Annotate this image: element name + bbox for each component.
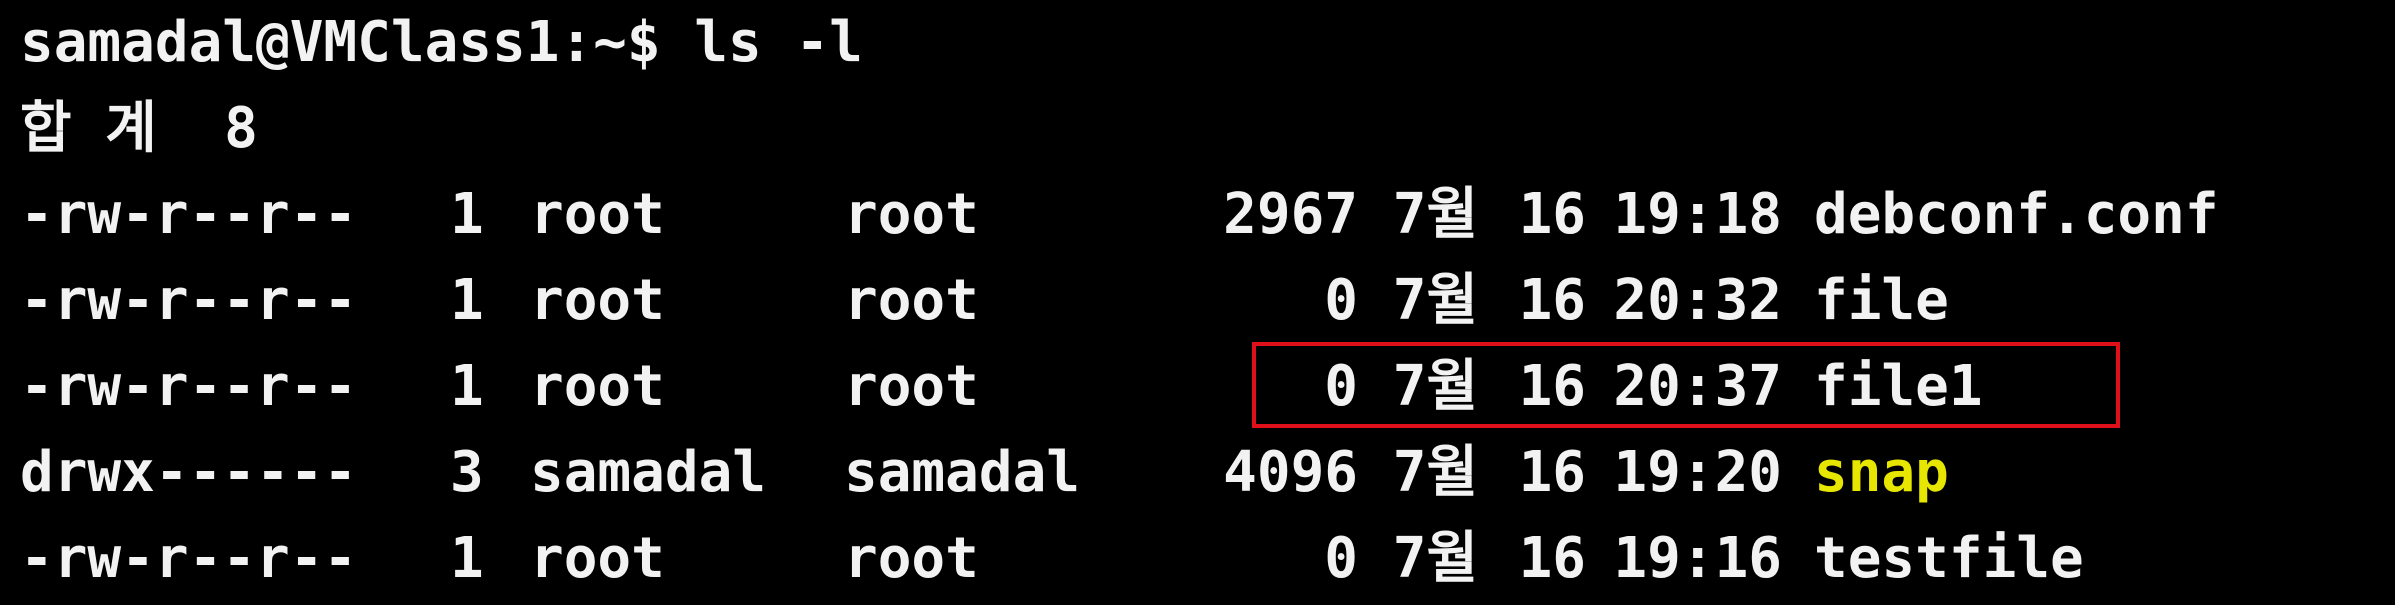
group: root: [844, 354, 979, 419]
link-count: 3: [450, 440, 484, 505]
permissions: -rw-r--r--: [20, 268, 358, 333]
prompt-line: samadal@VMClass1:~$ ls -l: [20, 10, 863, 75]
file-size: 0: [1324, 354, 1358, 419]
time: 20:32: [1613, 268, 1782, 333]
time: 20:37: [1613, 354, 1782, 419]
permissions: -rw-r--r--: [20, 526, 358, 591]
listing-row: -rw-r--r-- 1 root root 0 7월 16 19:16 tes…: [20, 516, 2395, 602]
listing-row: -rw-r--r-- 1 root root 2967 7월 16 19:18 …: [20, 172, 2395, 258]
owner: root: [530, 526, 665, 591]
month: 7월: [1392, 268, 1478, 333]
file-size: 4096: [1223, 440, 1358, 505]
month: 7월: [1392, 354, 1478, 419]
day: 16: [1518, 440, 1586, 505]
listing-row: -rw-r--r-- 1 root root 0 7월 16 20:32 fil…: [20, 258, 2395, 344]
time: 19:16: [1613, 526, 1782, 591]
group: samadal: [844, 440, 1081, 505]
file-size: 0: [1324, 268, 1358, 333]
day: 16: [1518, 268, 1586, 333]
total-line: 합 계 8: [20, 96, 258, 161]
file-name: testfile: [1814, 526, 2084, 591]
owner: root: [530, 182, 665, 247]
listing-row-highlighted: -rw-r--r-- 1 root root 0 7월 16 20:37 fil…: [20, 344, 2395, 430]
owner: root: [530, 268, 665, 333]
link-count: 1: [450, 268, 484, 333]
month: 7월: [1392, 182, 1478, 247]
group: root: [844, 268, 979, 333]
permissions: -rw-r--r--: [20, 182, 358, 247]
group: root: [844, 526, 979, 591]
month: 7월: [1392, 440, 1478, 505]
time: 19:20: [1613, 440, 1782, 505]
file-size: 2967: [1223, 182, 1358, 247]
link-count: 1: [450, 182, 484, 247]
directory-name: snap: [1814, 440, 1949, 505]
link-count: 1: [450, 354, 484, 419]
permissions: drwx------: [20, 440, 358, 505]
day: 16: [1518, 354, 1586, 419]
owner: samadal: [530, 440, 767, 505]
file-name: file: [1814, 268, 1949, 333]
file-name: debconf.conf: [1814, 182, 2219, 247]
day: 16: [1518, 526, 1586, 591]
day: 16: [1518, 182, 1586, 247]
owner: root: [530, 354, 665, 419]
time: 19:18: [1613, 182, 1782, 247]
terminal-window[interactable]: samadal@VMClass1:~$ ls -l 합 계 8 -rw-r--r…: [0, 0, 2395, 605]
link-count: 1: [450, 526, 484, 591]
file-size: 0: [1324, 526, 1358, 591]
group: root: [844, 182, 979, 247]
permissions: -rw-r--r--: [20, 354, 358, 419]
month: 7월: [1392, 526, 1478, 591]
file-name: file1: [1814, 354, 1983, 419]
listing-row: drwx------ 3 samadal samadal 4096 7월 16 …: [20, 430, 2395, 516]
